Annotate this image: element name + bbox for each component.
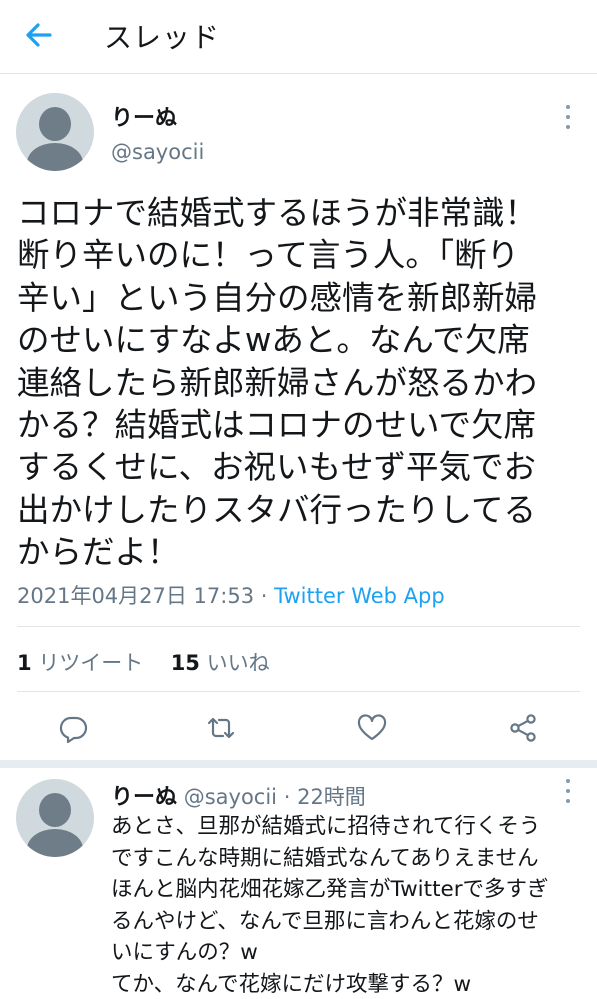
reply-avatar[interactable] [16,779,94,857]
share-button[interactable] [507,712,539,744]
more-options-icon[interactable] [562,777,574,805]
back-button[interactable] [22,18,56,52]
like-button[interactable] [356,712,388,744]
top-bar: スレッド [0,0,597,74]
action-bar [0,700,597,756]
reply-author-name[interactable]: りーぬ [111,785,177,810]
reply-icon [59,716,88,744]
retweet-label: リツイート [38,651,144,675]
meta-separator: · [283,785,291,809]
retweet-stat[interactable]: 1 リツイート [17,651,143,675]
divider [17,691,580,692]
like-label: いいね [206,651,270,675]
tweet-text: コロナで結婚式するほうが非常識！ 断り辛いのに！って言う人。「断り 辛い」という… [17,194,538,572]
like-count: 15 [170,651,200,675]
reply-author-handle[interactable]: @sayocii [184,785,277,809]
retweet-count: 1 [17,651,32,675]
meta-separator: · [260,584,268,608]
reply-text: あとさ、旦那が結婚式に招待されて行くそう ですこんな時期に結婚式なんてありえませ… [111,814,549,997]
engagement-stats: 1 リツイート 15 いいね [17,647,270,677]
more-options-icon[interactable] [562,103,574,131]
reply-header: りーぬ @sayocii · 22時間 [111,779,366,811]
like-stat[interactable]: 15 いいね [171,651,270,675]
source-app-link[interactable]: Twitter Web App [274,584,445,608]
like-icon [357,714,387,741]
section-divider [0,760,597,768]
retweet-button[interactable] [205,712,237,744]
divider [17,626,580,627]
reply-button[interactable] [57,712,89,744]
arrow-left-icon [26,23,52,47]
author-name[interactable]: りーぬ [111,100,177,132]
share-icon [510,714,536,742]
retweet-icon [207,717,235,739]
tweet-timestamp[interactable]: 2021年04月27日 17:53 [17,584,254,608]
tweet-meta: 2021年04月27日 17:53 · Twitter Web App [17,580,445,610]
author-handle[interactable]: @sayocii [111,140,204,164]
avatar[interactable] [16,93,94,171]
reply-timestamp[interactable]: 22時間 [297,785,366,809]
page-title: スレッド [104,21,221,54]
